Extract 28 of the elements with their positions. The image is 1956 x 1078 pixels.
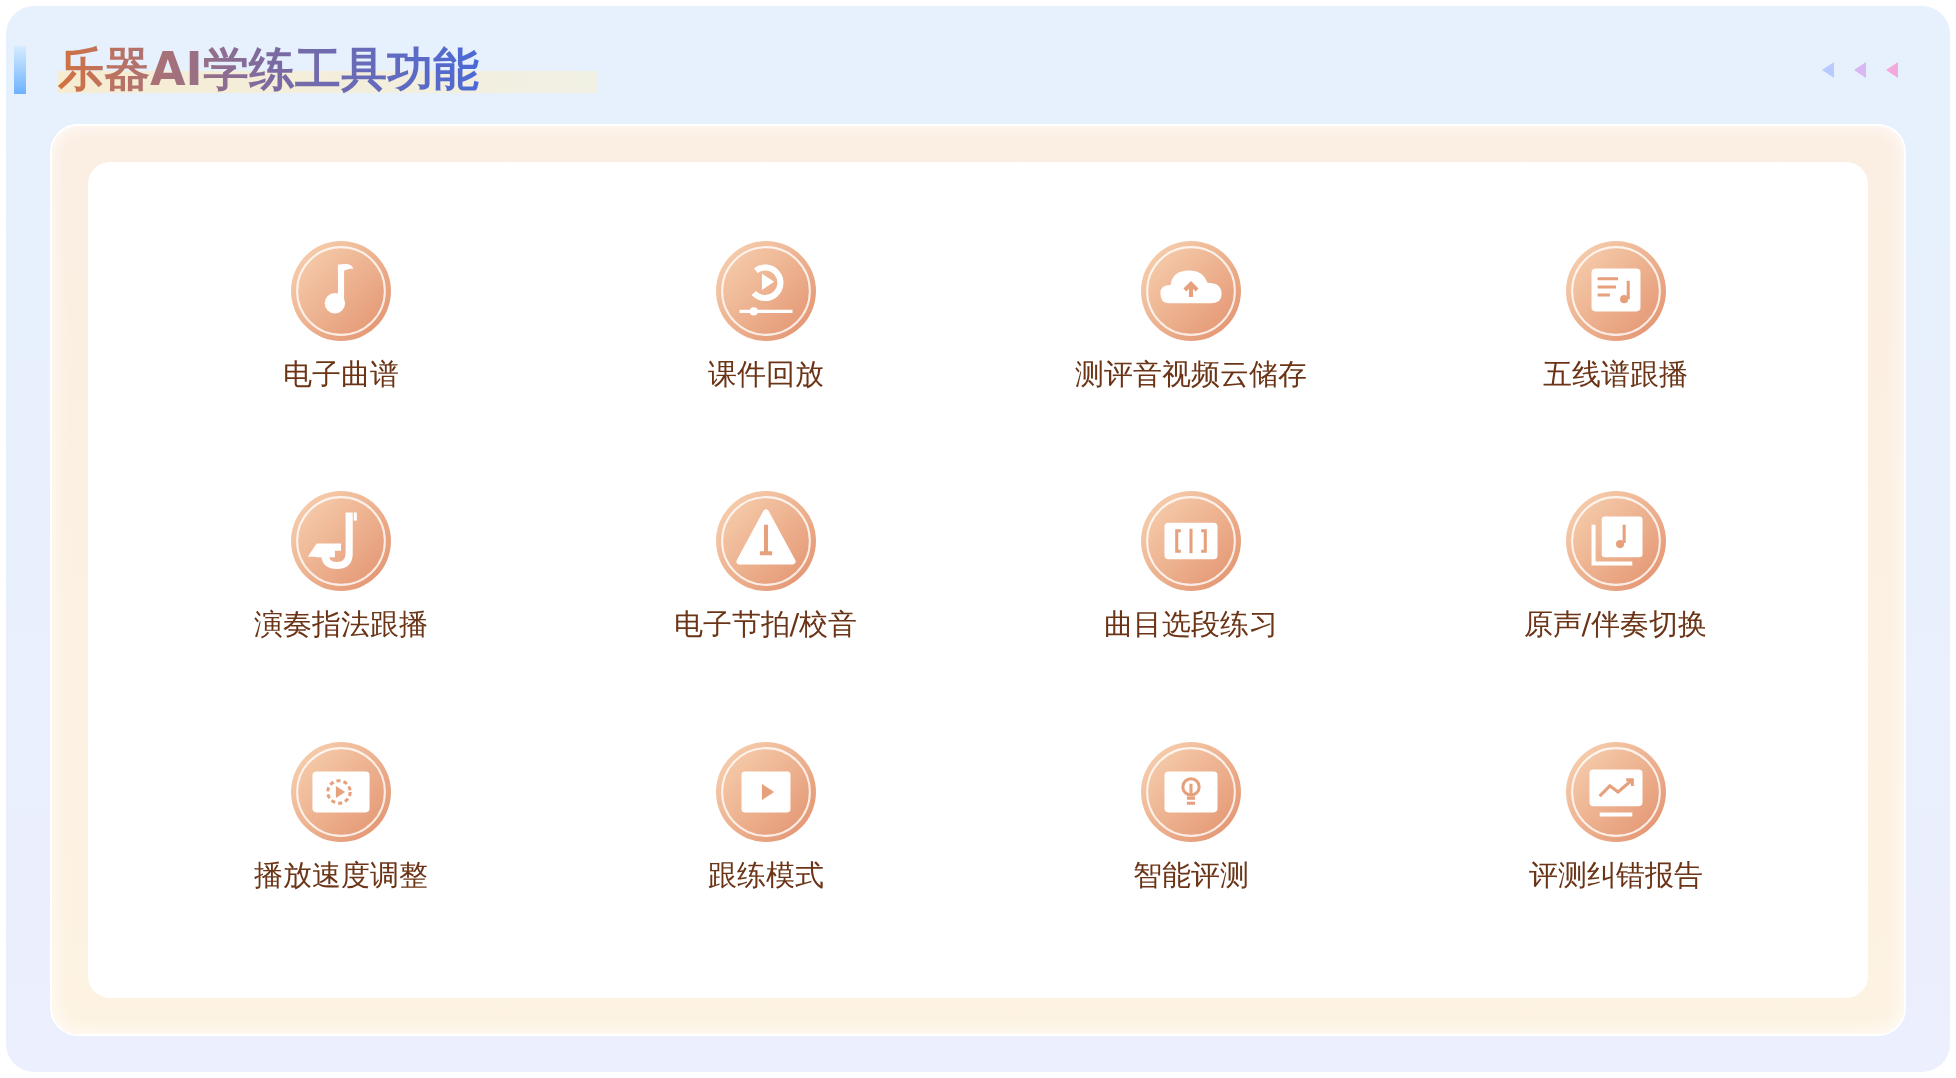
feature-label: 课件回放	[707, 356, 824, 393]
triangle-icon	[1852, 61, 1868, 79]
segment-icon[interactable]	[1139, 490, 1242, 593]
metronome-icon[interactable]	[714, 490, 817, 593]
feature-label: 播放速度调整	[253, 856, 428, 893]
feature-label: 五线谱跟播	[1543, 356, 1688, 393]
cloud-upload-icon[interactable]	[1139, 240, 1242, 342]
feature-label: 测评音视频云储存	[1074, 356, 1307, 393]
feature-label: 演奏指法跟播	[253, 606, 428, 643]
music-note-icon[interactable]	[289, 240, 392, 342]
speed-play-icon[interactable]	[289, 740, 392, 843]
saxophone-icon[interactable]	[289, 490, 392, 593]
lightbulb-screen-icon[interactable]	[1139, 740, 1242, 843]
triangle-icon	[1820, 61, 1836, 79]
feature-label: 原声/伴奏切换	[1523, 606, 1708, 643]
music-sheet-icon[interactable]	[1564, 240, 1667, 342]
triangle-icon	[1884, 61, 1900, 79]
trend-chart-icon[interactable]	[1564, 740, 1667, 843]
feature-label: 智能评测	[1132, 856, 1249, 893]
feature-label: 跟练模式	[707, 856, 824, 893]
feature-label: 电子节拍/校音	[673, 606, 858, 643]
feature-label: 电子曲谱	[282, 356, 399, 393]
feature-label: 评测纠错报告	[1528, 856, 1703, 893]
music-album-icon[interactable]	[1564, 490, 1667, 593]
title-accent-bar	[14, 46, 26, 94]
replay-icon[interactable]	[714, 240, 817, 342]
feature-label: 曲目选段练习	[1103, 606, 1278, 643]
video-play-icon[interactable]	[714, 740, 817, 843]
